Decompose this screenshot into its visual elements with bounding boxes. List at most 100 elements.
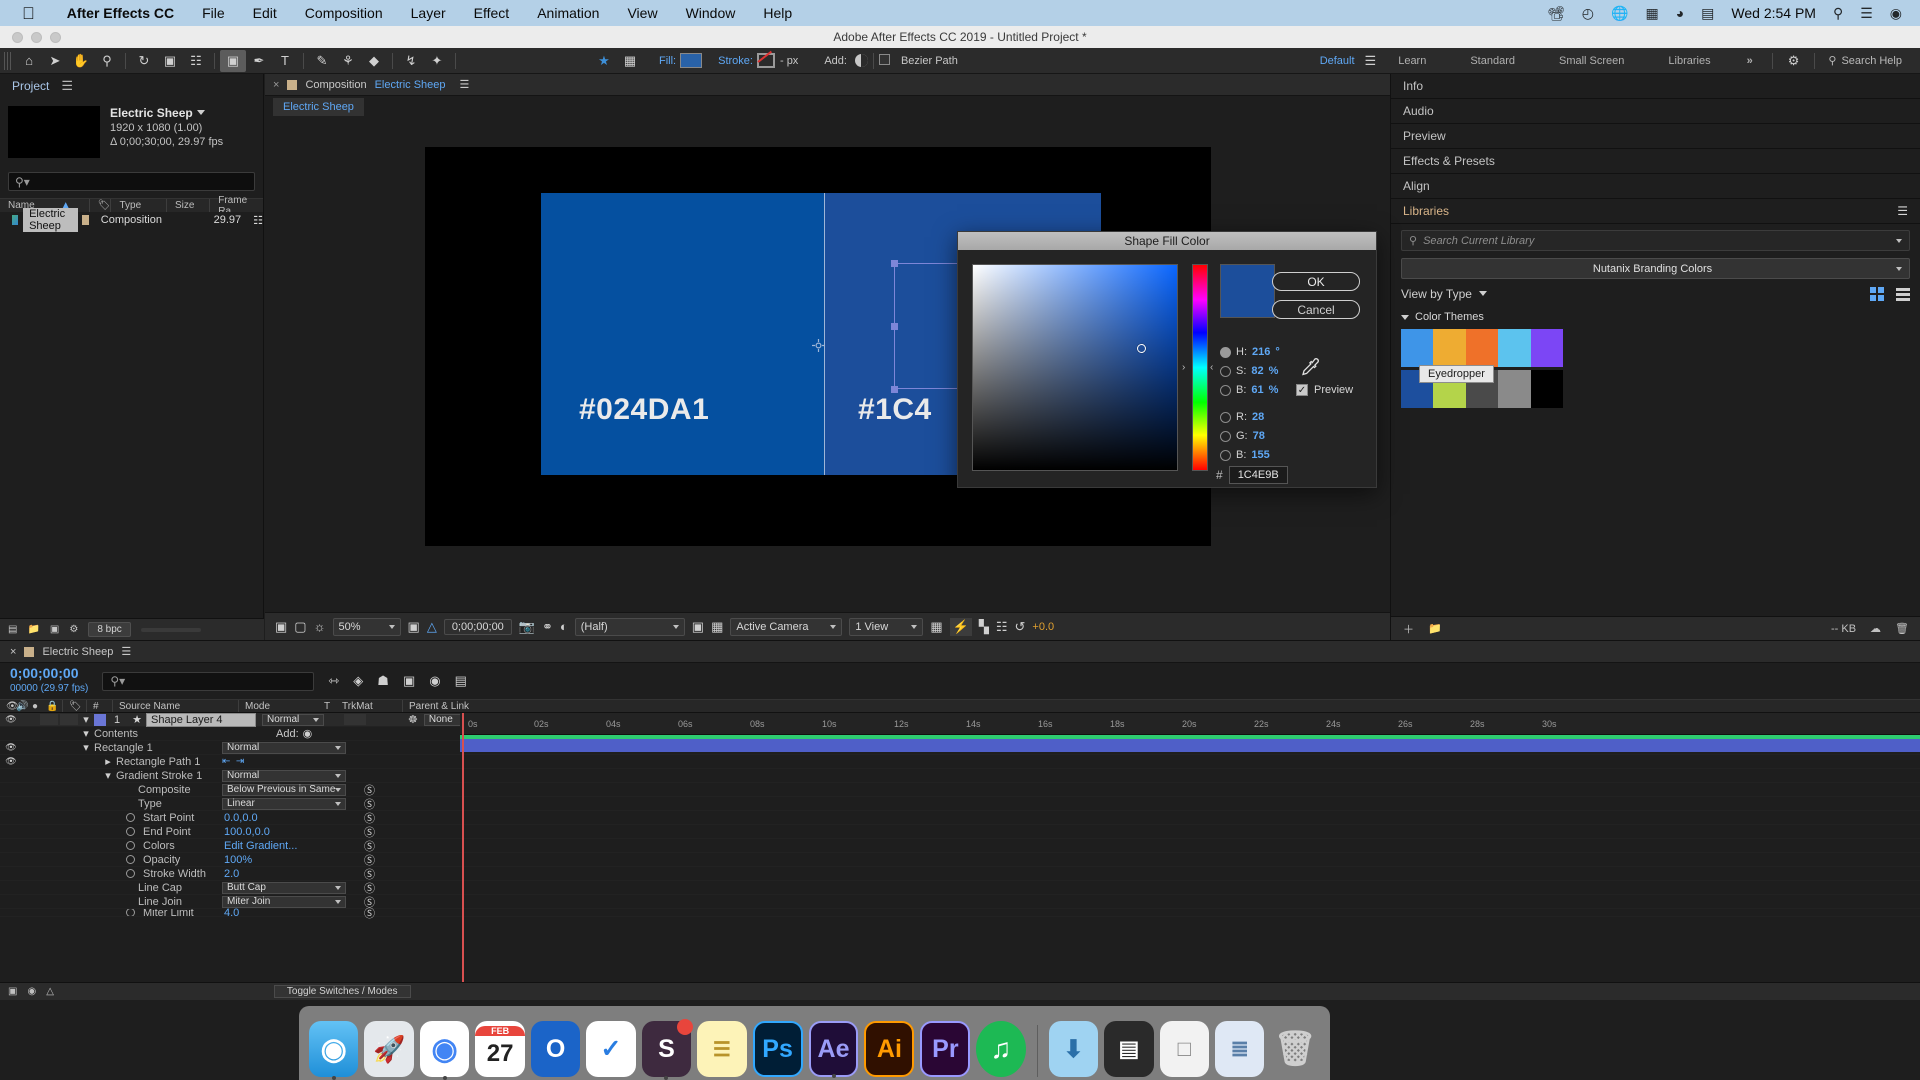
hide-shy-layers-icon[interactable]: ☗	[377, 673, 389, 689]
composition-mini-flowchart-icon[interactable]: ⇿	[328, 673, 339, 689]
apple-icon[interactable]: 	[22, 5, 35, 22]
stopwatch-icon[interactable]	[126, 869, 135, 878]
source-name-column[interactable]: Source Name	[112, 700, 238, 712]
hex-input[interactable]: 1C4E9B	[1229, 466, 1288, 484]
project-item-row[interactable]: Electric Sheep Composition 29.97 ☷	[0, 212, 263, 228]
dock-item-after-effects[interactable]: Ae	[809, 1021, 859, 1077]
property-dropdown[interactable]: Below Previous in Same Gr	[222, 784, 346, 796]
battery-icon[interactable]: ▤	[1701, 5, 1714, 22]
chevron-down-icon[interactable]	[1896, 239, 1902, 243]
add-icon[interactable]: ＋	[1403, 621, 1414, 637]
dock-item-illustrator[interactable]: Ai	[864, 1021, 914, 1077]
menu-layer[interactable]: Layer	[397, 5, 460, 21]
timeline-search-input[interactable]: ⚲▾	[102, 672, 314, 691]
panel-slider[interactable]	[141, 628, 201, 632]
workspace-small-screen[interactable]: Small Screen	[1537, 55, 1646, 67]
blue-field-row[interactable]: B: 155	[1220, 449, 1270, 461]
color-swatch[interactable]	[1401, 329, 1433, 367]
show-snapshot-icon[interactable]: ⚭	[542, 619, 553, 635]
checkbox-checked-icon[interactable]: ✓	[1296, 384, 1308, 396]
cloud-icon[interactable]: ☁	[1870, 622, 1881, 635]
color-swatch[interactable]	[1531, 370, 1563, 408]
cancel-button[interactable]: Cancel	[1272, 300, 1360, 319]
panel-menu-icon[interactable]: ☰	[121, 645, 131, 658]
radio-button[interactable]	[1220, 412, 1231, 423]
saturation-brightness-field[interactable]	[972, 264, 1178, 471]
clone-stamp-icon[interactable]: ⚘	[335, 50, 361, 72]
column-label-icon[interactable]: 🏷	[89, 199, 111, 212]
expand-arrow-icon[interactable]: ▾	[100, 769, 116, 782]
library-search-input[interactable]: ⚲ Search Current Library	[1401, 230, 1910, 251]
dock-item-spotify[interactable]: ♫	[976, 1021, 1025, 1077]
fast-previews-icon[interactable]: ⚡	[950, 618, 972, 636]
color-swatch[interactable]	[1498, 329, 1530, 367]
dock-item-photoshop[interactable]: Ps	[753, 1021, 803, 1077]
property-dropdown[interactable]: Normal	[222, 742, 346, 754]
rotation-icon[interactable]: ↻	[131, 50, 157, 72]
track-matte-t-column[interactable]: T	[318, 700, 336, 712]
field-value[interactable]: 78	[1253, 430, 1265, 442]
radio-button[interactable]	[1220, 450, 1231, 461]
artboard-left[interactable]: #024DA1	[541, 193, 824, 475]
search-help-field[interactable]: ⚲ Search Help	[1820, 54, 1920, 67]
field-value[interactable]: 61	[1251, 384, 1263, 396]
color-swatch[interactable]	[1466, 329, 1498, 367]
globe-icon[interactable]: 🌐	[1611, 5, 1628, 22]
layer-name-field[interactable]: Shape Layer 4	[146, 713, 256, 727]
project-item-name-cell[interactable]: Electric Sheep	[0, 208, 78, 232]
saturation-field-row[interactable]: S: 82 %	[1220, 365, 1278, 377]
stopwatch-icon[interactable]	[126, 827, 135, 836]
lock-icon[interactable]: 🔒	[40, 700, 62, 712]
hex-field-row[interactable]: # 1C4E9B	[1216, 466, 1288, 484]
eye-icon[interactable]: 👁	[0, 742, 22, 753]
control-center-icon[interactable]: ☰	[1860, 5, 1873, 22]
screen-share-icon[interactable]: 📽	[1547, 5, 1565, 22]
brightness-field-row[interactable]: B: 61 %	[1220, 384, 1278, 396]
star-icon[interactable]: ★	[591, 50, 617, 72]
radio-button[interactable]	[1220, 385, 1231, 396]
main-viewer-icon[interactable]: ▣	[275, 619, 287, 635]
stroke-color-swatch[interactable]	[757, 53, 775, 68]
edit-gradient-link[interactable]: Edit Gradient...	[224, 840, 297, 852]
stopwatch-icon[interactable]	[126, 909, 135, 917]
panel-menu-icon[interactable]: ☰	[61, 78, 73, 94]
frame-blending-icon[interactable]: ▣	[403, 673, 415, 689]
type-tool-icon[interactable]: T	[272, 50, 298, 72]
column-type[interactable]: Type	[110, 199, 166, 212]
project-item-name[interactable]: Electric Sheep	[23, 208, 78, 232]
3d-glasses-icon[interactable]: ☼	[314, 619, 326, 634]
dock-item-stack-docs[interactable]: □	[1160, 1021, 1209, 1077]
grid-view-icon[interactable]	[1870, 287, 1884, 301]
bit-depth-button[interactable]: 8 bpc	[88, 622, 130, 637]
region-of-interest-icon[interactable]: ▣	[408, 619, 420, 635]
composition-flowchart-icon[interactable]: ☷	[253, 214, 263, 227]
dock-item-stack-sheets[interactable]: ≣	[1215, 1021, 1264, 1077]
reset-exposure-icon[interactable]: ↺	[1015, 619, 1026, 635]
transparency-grid-icon[interactable]: ▦	[711, 619, 723, 635]
property-value[interactable]: 0.0,0.0	[224, 812, 258, 824]
add-property-icon[interactable]: ◉	[303, 727, 313, 740]
menu-file[interactable]: File	[188, 5, 239, 21]
workspace-menu-icon[interactable]: ☰	[1365, 53, 1377, 69]
grid-guides-icon[interactable]: △	[427, 619, 437, 635]
dock-item-finder[interactable]: ◉	[309, 1021, 358, 1077]
property-dropdown[interactable]: Butt Cap	[222, 882, 346, 894]
equalizer-icon[interactable]: ▦	[1645, 5, 1658, 22]
eye-icon[interactable]: 👁	[0, 714, 22, 725]
menu-help[interactable]: Help	[749, 5, 806, 21]
layer-label-color[interactable]	[94, 714, 106, 726]
roto-brush-icon[interactable]: ↯	[398, 50, 424, 72]
green-field-row[interactable]: G: 78	[1220, 430, 1265, 442]
workspace-standard[interactable]: Standard	[1448, 55, 1537, 67]
hue-field-row[interactable]: H: 216 °	[1220, 346, 1280, 358]
panel-menu-icon[interactable]: ☰	[1897, 204, 1908, 218]
parent-pickwhip-icon[interactable]: ☸	[408, 713, 418, 726]
timeline-current-time[interactable]: 0;00;00;00 00000 (29.97 fps)	[10, 666, 88, 696]
zoom-level-dropdown[interactable]: 50%	[333, 618, 401, 636]
project-settings-icon[interactable]: ⚙	[69, 624, 78, 635]
color-theme-row[interactable]	[1401, 329, 1563, 367]
timeline-icon[interactable]: ▚	[979, 619, 989, 635]
property-dropdown[interactable]: Linear	[222, 798, 346, 810]
zoom-icon[interactable]: ⚲	[94, 50, 120, 72]
close-icon[interactable]: ×	[273, 79, 279, 91]
